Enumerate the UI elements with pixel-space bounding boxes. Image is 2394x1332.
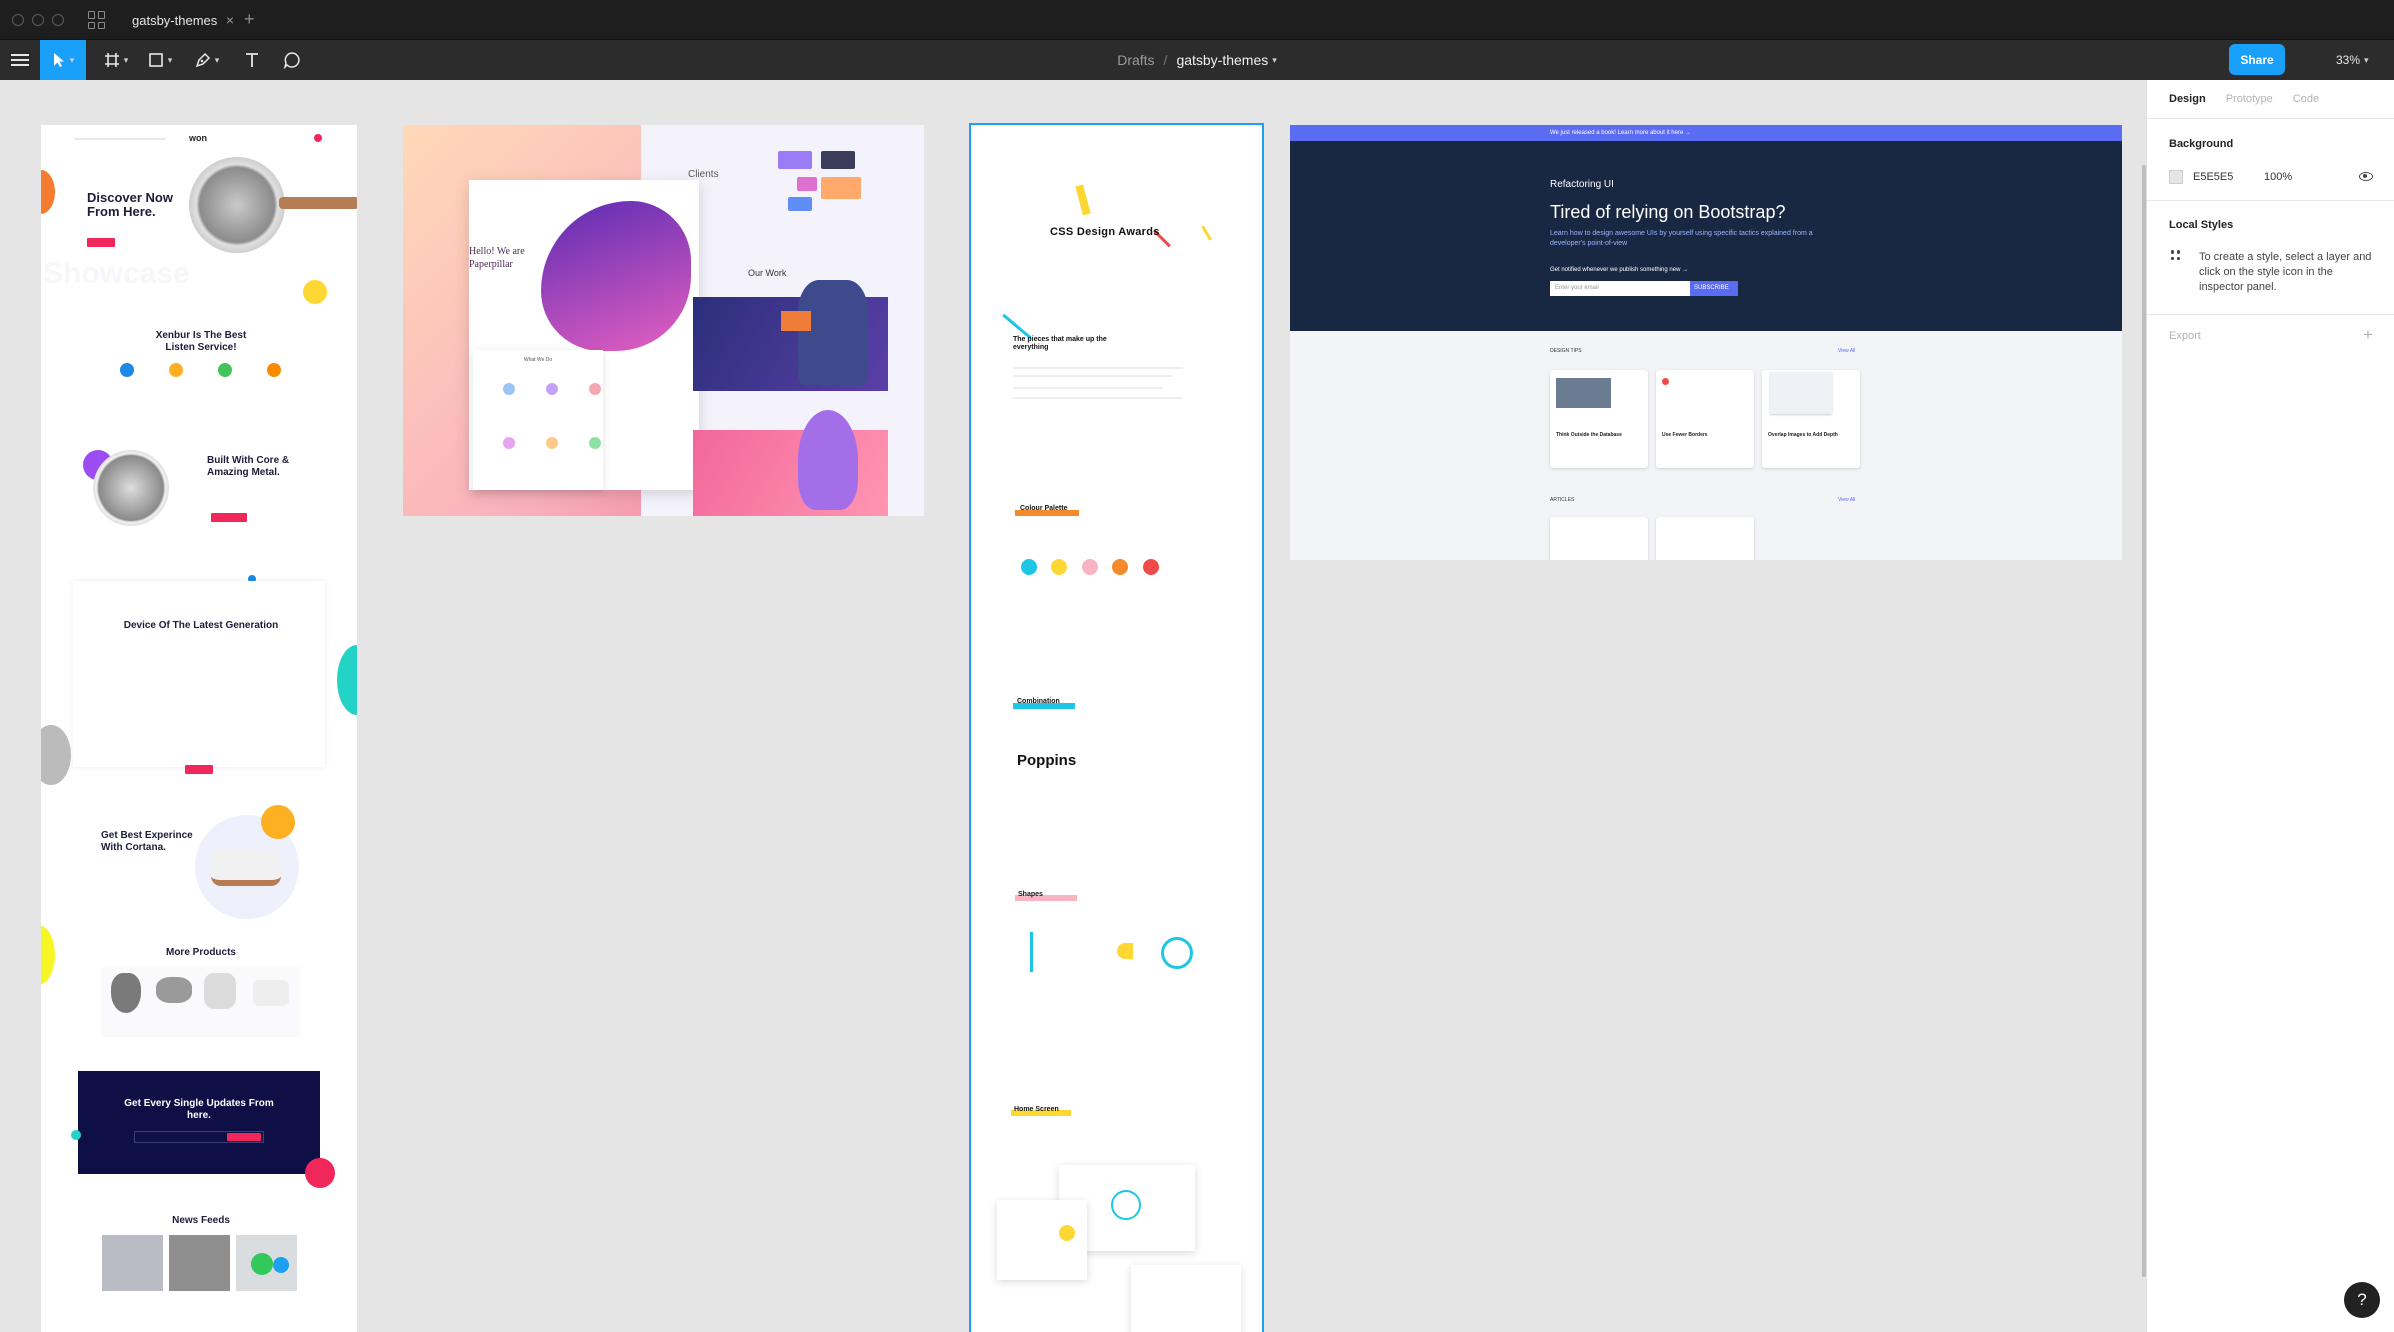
palette-swatch — [1021, 559, 1037, 575]
frame1-section-title: News Feeds — [172, 1215, 230, 1226]
frame4-card-title: Think Outside the Database — [1556, 432, 1622, 438]
frame2-what-we-do: What We Do — [523, 357, 553, 363]
frame4-design-tips: DESIGN TIPS — [1550, 348, 1582, 354]
frame4-view-all: View All — [1838, 497, 1856, 503]
frame3-colour-palette: Colour Palette — [1020, 505, 1068, 512]
frame-css-design-awards[interactable]: CSS Design Awards The pieces that make u… — [969, 123, 1264, 1332]
frame1-section-title: Get Best Experince With Cortana. — [101, 830, 193, 853]
frame1-section-title: Device Of The Latest Generation — [123, 620, 279, 631]
frame4-card: Overlap Images to Add Depth — [1762, 370, 1860, 468]
frame1-logo: won — [189, 133, 207, 143]
palette-swatch — [1112, 559, 1128, 575]
frame4-banner: We just released a book! Learn more abou… — [1290, 125, 2122, 141]
tab-close-icon[interactable]: × — [226, 12, 234, 28]
zoom-dropdown[interactable]: 33% ▾ — [2336, 40, 2369, 80]
frame3-shapes: Shapes — [1018, 891, 1043, 898]
frame2-our-work: Our Work — [748, 268, 787, 278]
frame2-clients: Clients — [688, 169, 719, 180]
file-browser-icon[interactable] — [88, 11, 106, 29]
tab-design[interactable]: Design — [2169, 93, 2206, 105]
chevron-down-icon[interactable]: ▾ — [1272, 55, 1277, 66]
styles-icon — [2171, 250, 2181, 260]
properties-panel: Design Prototype Code Background E5E5E5 … — [2146, 80, 2394, 1332]
local-styles-hint: To create a style, select a layer and cl… — [2199, 251, 2372, 293]
frame3-title: CSS Design Awards — [1050, 226, 1160, 238]
chevron-down-icon: ▾ — [2364, 54, 2369, 65]
frame4-card-title: Use Fewer Borders — [1662, 432, 1708, 438]
frame4-brand: Refactoring UI — [1550, 179, 1614, 190]
breadcrumb-drafts[interactable]: Drafts — [1117, 52, 1154, 68]
frame4-subscribe-button: SUBSCRIBE — [1690, 281, 1738, 296]
frame4-articles: ARTICLES — [1550, 497, 1575, 503]
export-add-icon[interactable]: + — [2363, 325, 2373, 345]
file-name[interactable]: gatsby-themes — [1176, 52, 1268, 68]
frame3-pieces-title: The pieces that make up the everything — [1013, 336, 1107, 351]
background-color-swatch[interactable] — [2169, 170, 2183, 184]
breadcrumb-separator: / — [1163, 52, 1168, 68]
palette-swatch — [1051, 559, 1067, 575]
background-opacity-input[interactable]: 100% — [2264, 171, 2292, 183]
frame3-combination: Combination — [1017, 698, 1060, 705]
frame3-font-name: Poppins — [1017, 752, 1077, 769]
frame4-card-title: Overlap Images to Add Depth — [1768, 432, 1838, 438]
frame4-card: Think Outside the Database — [1550, 370, 1648, 468]
share-button[interactable]: Share — [2229, 44, 2285, 75]
frame1-section-title: Built With Core & Amazing Metal. — [207, 455, 290, 478]
minimize-window-icon[interactable] — [32, 14, 44, 26]
frame4-hero-sub: Learn how to design awesome UIs by yours… — [1550, 230, 1813, 247]
close-window-icon[interactable] — [12, 14, 24, 26]
frame4-card: Use Fewer Borders — [1656, 370, 1754, 468]
frame4-view-all: View All — [1838, 348, 1856, 354]
frame2-hero-title: Hello! We are Paperpillar — [469, 246, 525, 270]
frame4-notify: Get notified whenever we publish somethi… — [1550, 267, 1689, 273]
frame1-section-title: More Products — [165, 947, 236, 958]
palette-swatch — [1082, 559, 1098, 575]
frame-paperpillar[interactable]: Hello! We are Paperpillar What We Do Cli… — [403, 125, 924, 516]
tab-prototype[interactable]: Prototype — [2226, 93, 2273, 105]
eye-icon[interactable] — [2359, 172, 2373, 181]
frame3-home-screen: Home Screen — [1014, 1106, 1059, 1113]
background-hex-input[interactable]: E5E5E5 — [2193, 171, 2233, 183]
tab-code[interactable]: Code — [2293, 93, 2319, 105]
frame1-section-title: Get Every Single Updates From here. — [124, 1098, 274, 1121]
canvas[interactable]: won Discover Now From Here. Showcase Xen… — [0, 80, 2146, 1332]
breadcrumb: Drafts / gatsby-themes ▾ — [0, 40, 2394, 80]
background-heading: Background — [2169, 138, 2234, 150]
local-styles-heading: Local Styles — [2169, 219, 2234, 231]
frame1-watermark: Showcase — [43, 257, 190, 290]
frame4-email-input: Enter your email — [1550, 281, 1690, 296]
tab-gatsby-themes[interactable]: gatsby-themes × — [116, 0, 240, 40]
add-tab-icon[interactable]: + — [244, 9, 255, 30]
help-button[interactable]: ? — [2344, 1282, 2380, 1318]
panel-tabs: Design Prototype Code — [2169, 93, 2319, 105]
zoom-level: 33% — [2336, 53, 2361, 67]
frame1-hero-title: Discover Now From Here. — [87, 190, 173, 220]
frame4-hero-title: Tired of relying on Bootstrap? — [1550, 202, 1786, 222]
frame-refactoring-ui[interactable]: We just released a book! Learn more abou… — [1290, 125, 2122, 560]
frame1-section-title: Xenbur Is The Best Listen Service! — [155, 330, 247, 353]
frame-product-landing[interactable]: won Discover Now From Here. Showcase Xen… — [41, 125, 357, 1332]
export-heading: Export — [2169, 330, 2201, 342]
maximize-window-icon[interactable] — [52, 14, 64, 26]
tab-title: gatsby-themes — [132, 12, 218, 28]
title-bar: gatsby-themes × + — [0, 0, 2394, 40]
palette-swatch — [1143, 559, 1159, 575]
